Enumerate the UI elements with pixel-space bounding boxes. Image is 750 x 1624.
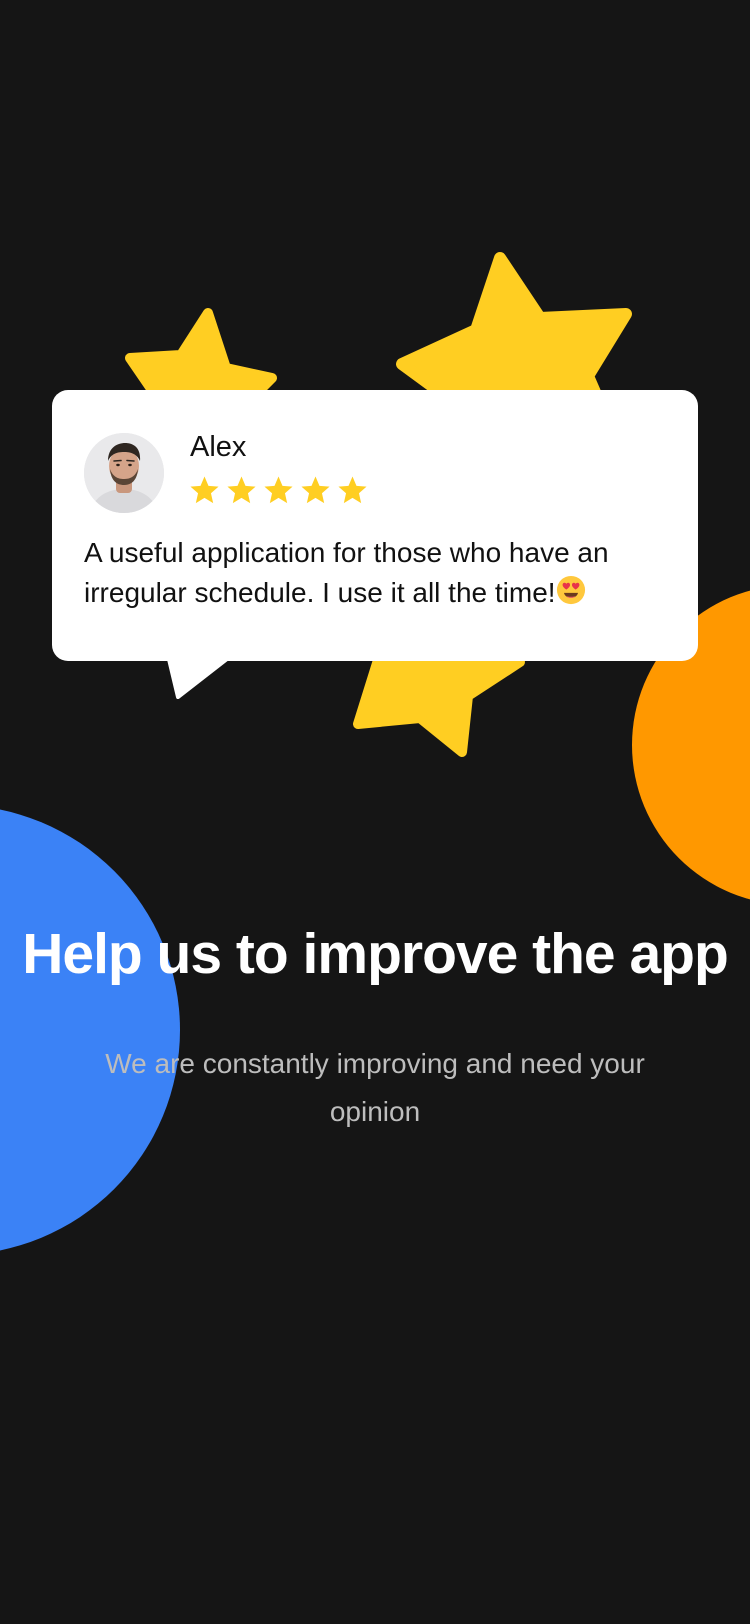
bubble-tail bbox=[166, 653, 234, 699]
blue-circle-decor bbox=[0, 809, 180, 1251]
rating-stars bbox=[188, 474, 369, 507]
star-icon bbox=[264, 476, 293, 504]
page-subtitle: We are constantly improving and need you… bbox=[105, 1048, 645, 1127]
review-text: A useful application for those who have … bbox=[84, 533, 674, 613]
star-icon bbox=[190, 476, 219, 504]
avatar bbox=[84, 433, 164, 513]
review-card: Alex A useful application for those who … bbox=[52, 390, 698, 661]
page-title: Help us to improve the app bbox=[22, 922, 729, 986]
star-icon bbox=[227, 476, 256, 504]
heart-eyes-emoji-icon bbox=[556, 575, 585, 605]
review-text-content: A useful application for those who have … bbox=[84, 537, 609, 608]
background-decor bbox=[0, 252, 750, 1251]
star-icon bbox=[338, 476, 367, 504]
star-icon bbox=[301, 476, 330, 504]
reviewer-name: Alex bbox=[190, 431, 247, 463]
